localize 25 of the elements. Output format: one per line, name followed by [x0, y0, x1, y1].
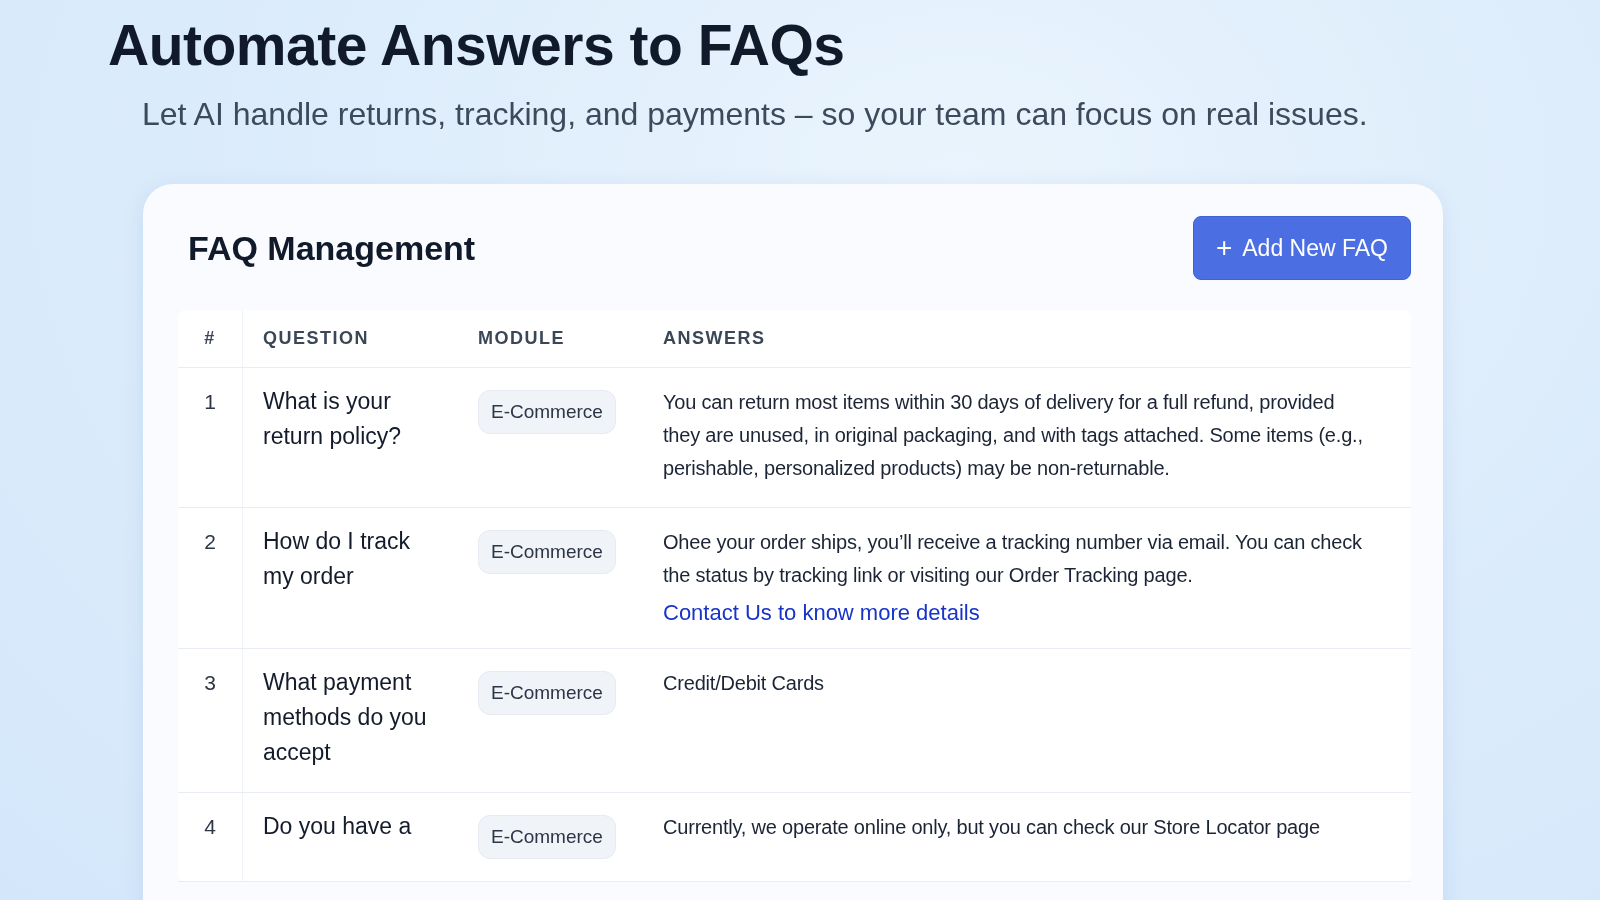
question-text: Do you have a — [263, 812, 413, 841]
question-text: What payment methods do you accept — [263, 668, 428, 767]
contact-link[interactable]: Contact Us to know more details — [663, 600, 980, 626]
module-tag: E-Commerce — [478, 815, 616, 859]
row-number: 1 — [204, 390, 216, 413]
column-header: ANSWERS — [663, 328, 766, 348]
module-tag: E-Commerce — [478, 530, 616, 574]
column-header: MODULE — [478, 328, 565, 348]
page-title: Automate Answers to FAQs — [108, 12, 845, 79]
answer-text: Ohee your order ships, you’ll receive a tracking number via email. You can check the status by tracking link or visiting our Order Tracking page. — [663, 530, 1363, 588]
add-faq-button[interactable]: + Add New FAQ — [1192, 216, 1411, 280]
module-tag: E-Commerce — [478, 390, 616, 434]
answer-text: You can return most items within 30 days of delivery for a full refund, provided they are unused, in original packaging, and with tags attached. Some items (e.g., perishable, personalized products) may be non-returnable. — [663, 390, 1364, 481]
row-number: 2 — [204, 530, 216, 553]
column-header: # — [204, 328, 216, 348]
row-number: 4 — [204, 815, 216, 838]
answer-text: Currently, we operate online only, but you can check our Store Locator page — [663, 815, 1321, 840]
page-subtitle: Let AI handle returns, tracking, and payments – so your team can focus on real issues. — [142, 95, 1368, 134]
module-tag: E-Commerce — [478, 671, 616, 715]
answer-text: Credit/Debit Cards — [663, 671, 825, 696]
card-title: FAQ Management — [188, 228, 476, 268]
column-header: QUESTION — [263, 328, 369, 348]
question-text: What is your return policy? — [263, 387, 403, 451]
row-number: 3 — [204, 671, 216, 694]
question-text: How do I track my order — [263, 527, 411, 591]
